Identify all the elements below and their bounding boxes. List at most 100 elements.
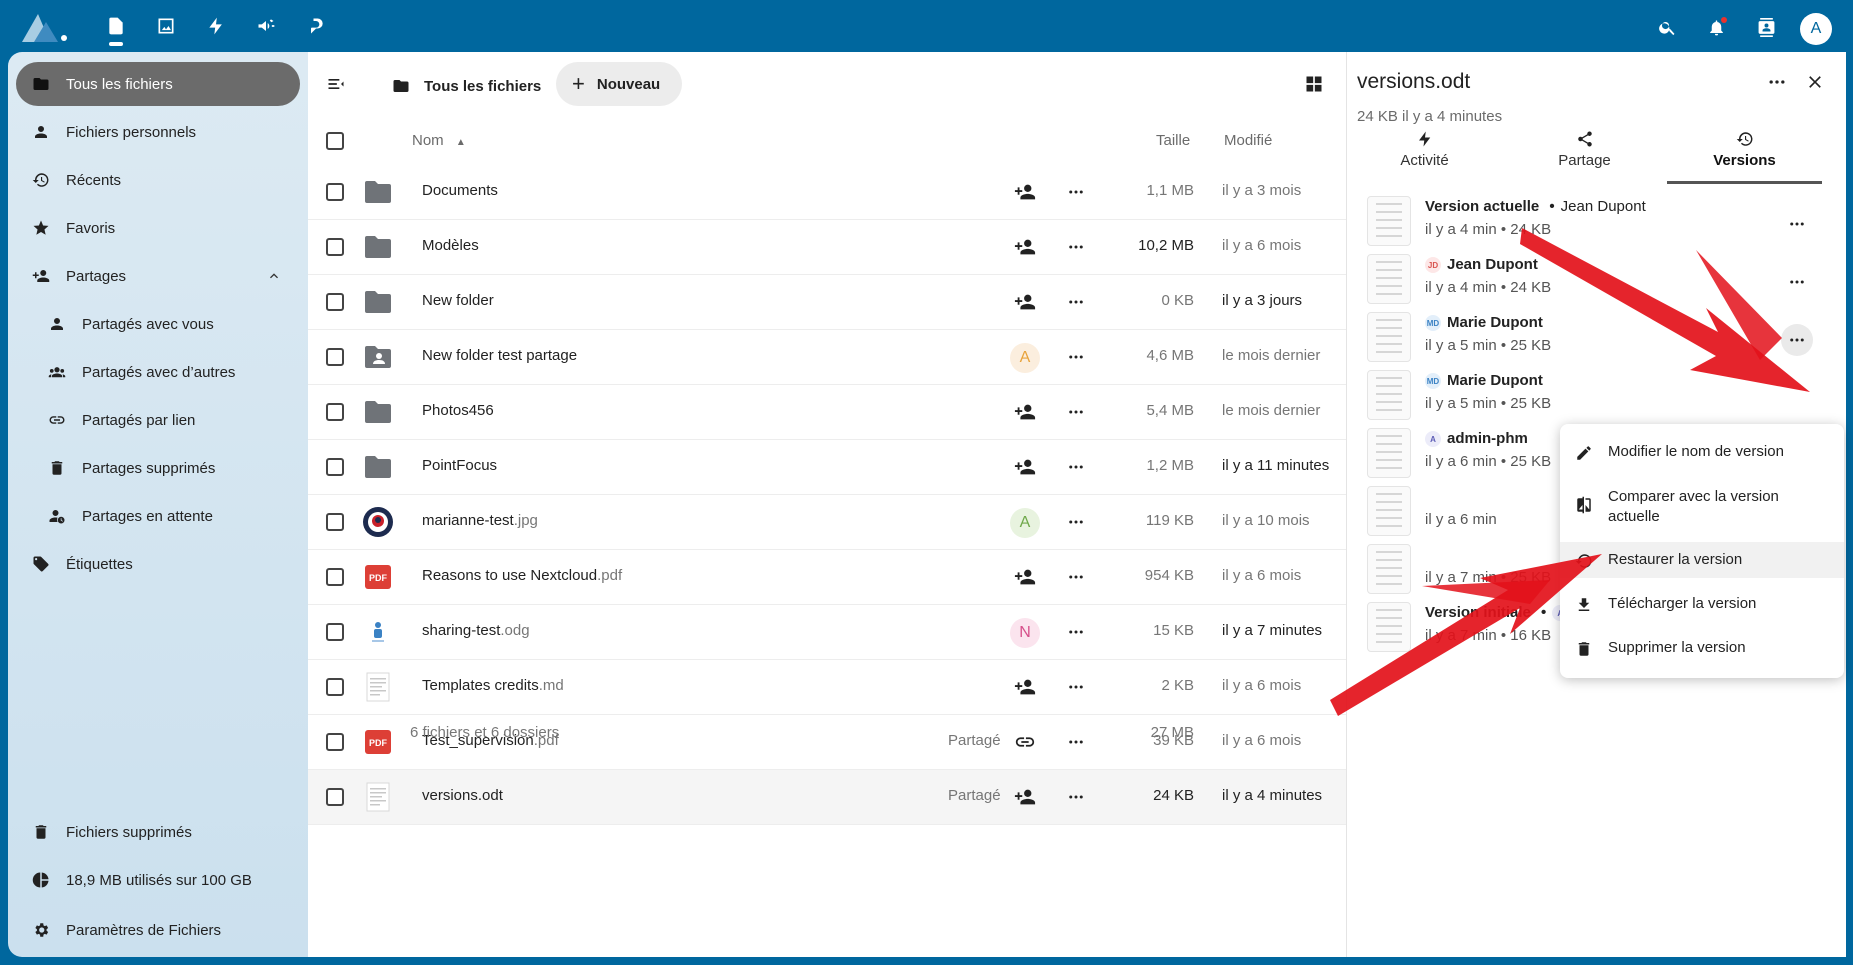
tab-activity[interactable]: Activité — [1347, 126, 1502, 184]
menu-delete-version[interactable]: Supprimer la version — [1560, 630, 1844, 666]
nav-shares[interactable]: Partages — [16, 254, 300, 298]
storage-quota[interactable]: 18,9 MB utilisés sur 100 GB — [16, 858, 300, 902]
grid-view-icon[interactable] — [1304, 74, 1324, 94]
row-checkbox[interactable] — [326, 788, 344, 806]
add-share-icon[interactable] — [1013, 235, 1037, 259]
talk-app-icon[interactable] — [304, 14, 328, 38]
search-icon[interactable] — [1656, 16, 1678, 38]
files-app-icon[interactable] — [104, 14, 128, 38]
row-checkbox[interactable] — [326, 678, 344, 696]
version-entry[interactable]: Version actuelle • Jean Dupont il y a 4 mi… — [1367, 192, 1827, 252]
row-checkbox[interactable] — [326, 183, 344, 201]
tab-versions[interactable]: Versions — [1667, 126, 1822, 184]
row-actions-icon[interactable] — [1064, 510, 1088, 534]
menu-restore-version[interactable]: Restaurer la version — [1560, 542, 1844, 578]
column-name-header[interactable]: Nom ▲ — [412, 132, 466, 149]
version-actions-icon[interactable] — [1785, 212, 1809, 236]
menu-download-version[interactable]: Télécharger la version — [1560, 586, 1844, 622]
version-entry[interactable]: MD Marie Dupont il y a 5 min • 25 KB — [1367, 366, 1827, 426]
row-checkbox[interactable] — [326, 733, 344, 751]
row-checkbox[interactable] — [326, 513, 344, 531]
file-name[interactable]: Templates credits.md — [422, 677, 564, 694]
row-checkbox[interactable] — [326, 348, 344, 366]
file-name[interactable]: Modèles — [422, 237, 479, 254]
row-actions-icon[interactable] — [1064, 400, 1088, 424]
file-row[interactable]: PDF Reasons to use Nextcloud.pdf 954 KB il … — [308, 550, 1346, 605]
notifications-bell-icon[interactable] — [1705, 16, 1727, 38]
add-share-icon[interactable] — [1013, 290, 1037, 314]
file-row[interactable]: Modèles 10,2 MB il y a 6 mois — [308, 220, 1346, 275]
share-avatar[interactable]: N — [1010, 618, 1040, 648]
file-row[interactable]: New folder 0 KB il y a 3 jours — [308, 275, 1346, 330]
activity-app-icon[interactable] — [204, 14, 228, 38]
file-row[interactable]: New folder test partage A 4,6 MB le mois de… — [308, 330, 1346, 385]
file-row[interactable]: Templates credits.md 2 KB il y a 6 mois — [308, 660, 1346, 715]
menu-compare-version[interactable]: Comparer avec la version actuelle — [1560, 478, 1844, 534]
file-name[interactable]: New folder — [422, 292, 494, 309]
menu-toggle-icon[interactable] — [326, 74, 350, 98]
menu-rename-version[interactable]: Modifier le nom de version — [1560, 434, 1844, 470]
select-all-checkbox[interactable] — [326, 132, 344, 150]
file-name[interactable]: New folder test partage — [422, 347, 577, 364]
announcements-app-icon[interactable] — [254, 14, 278, 38]
nextcloud-logo[interactable] — [20, 10, 72, 44]
nav-favorites[interactable]: Favoris — [16, 206, 300, 250]
version-entry[interactable]: JD Jean Dupont il y a 4 min • 24 KB — [1367, 250, 1827, 310]
chevron-up-icon[interactable] — [266, 268, 282, 284]
more-actions-icon[interactable] — [1765, 70, 1789, 94]
row-actions-icon[interactable] — [1064, 565, 1088, 589]
share-avatar[interactable]: A — [1010, 508, 1040, 538]
photos-app-icon[interactable] — [154, 14, 178, 38]
file-name[interactable]: PointFocus — [422, 457, 497, 474]
nav-shared-with-others[interactable]: Partagés avec d’autres — [16, 350, 300, 394]
contacts-icon[interactable] — [1755, 16, 1777, 38]
file-name[interactable]: Photos456 — [422, 402, 494, 419]
tab-sharing[interactable]: Partage — [1507, 126, 1662, 184]
column-size-header[interactable]: Taille — [1156, 132, 1190, 149]
row-actions-icon[interactable] — [1064, 290, 1088, 314]
nav-shared-by-link[interactable]: Partagés par lien — [16, 398, 300, 442]
nav-deleted-shares[interactable]: Partages supprimés — [16, 446, 300, 490]
row-actions-icon[interactable] — [1064, 180, 1088, 204]
close-icon[interactable] — [1803, 70, 1827, 94]
breadcrumb[interactable]: Tous les fichiers — [392, 68, 541, 104]
nav-recent[interactable]: Récents — [16, 158, 300, 202]
add-share-icon[interactable] — [1013, 180, 1037, 204]
file-name[interactable]: marianne-test.jpg — [422, 512, 538, 529]
version-actions-icon[interactable] — [1781, 324, 1813, 356]
nav-deleted-files[interactable]: Fichiers supprimés — [16, 810, 300, 854]
row-checkbox[interactable] — [326, 238, 344, 256]
version-entry[interactable]: MD Marie Dupont il y a 5 min • 25 KB — [1367, 308, 1827, 368]
add-share-icon[interactable] — [1013, 565, 1037, 589]
file-row[interactable]: PointFocus 1,2 MB il y a 11 minutes — [308, 440, 1346, 495]
file-row[interactable]: marianne-test.jpg A 119 KB il y a 10 mois — [308, 495, 1346, 550]
file-row[interactable]: Photos456 5,4 MB le mois dernier — [308, 385, 1346, 440]
row-checkbox[interactable] — [326, 293, 344, 311]
new-button[interactable]: + Nouveau — [556, 62, 682, 106]
file-name[interactable]: versions.odt — [422, 787, 503, 804]
share-avatar[interactable]: A — [1010, 343, 1040, 373]
column-modified-header[interactable]: Modifié — [1224, 132, 1272, 149]
row-actions-icon[interactable] — [1064, 620, 1088, 644]
add-share-icon[interactable] — [1013, 785, 1037, 809]
row-checkbox[interactable] — [326, 623, 344, 641]
nav-shared-with-you[interactable]: Partagés avec vous — [16, 302, 300, 346]
row-checkbox[interactable] — [326, 458, 344, 476]
nav-all-files[interactable]: Tous les fichiers — [16, 62, 300, 106]
nav-personal-files[interactable]: Fichiers personnels — [16, 110, 300, 154]
row-checkbox[interactable] — [326, 568, 344, 586]
file-row[interactable]: sharing-test.odg N 15 KB il y a 7 minutes — [308, 605, 1346, 660]
row-actions-icon[interactable] — [1064, 235, 1088, 259]
nav-tags[interactable]: Étiquettes — [16, 542, 300, 586]
row-actions-icon[interactable] — [1064, 730, 1088, 754]
file-row[interactable]: versions.odt Partagé 24 KB il y a 4 minutes — [308, 770, 1346, 825]
file-name[interactable]: Reasons to use Nextcloud.pdf — [422, 567, 622, 584]
add-share-icon[interactable] — [1013, 455, 1037, 479]
add-share-icon[interactable] — [1013, 675, 1037, 699]
file-name[interactable]: Documents — [422, 182, 498, 199]
row-actions-icon[interactable] — [1064, 785, 1088, 809]
add-share-icon[interactable] — [1013, 400, 1037, 424]
nav-files-settings[interactable]: Paramètres de Fichiers — [16, 908, 300, 952]
row-checkbox[interactable] — [326, 403, 344, 421]
link-icon[interactable] — [1013, 730, 1037, 754]
